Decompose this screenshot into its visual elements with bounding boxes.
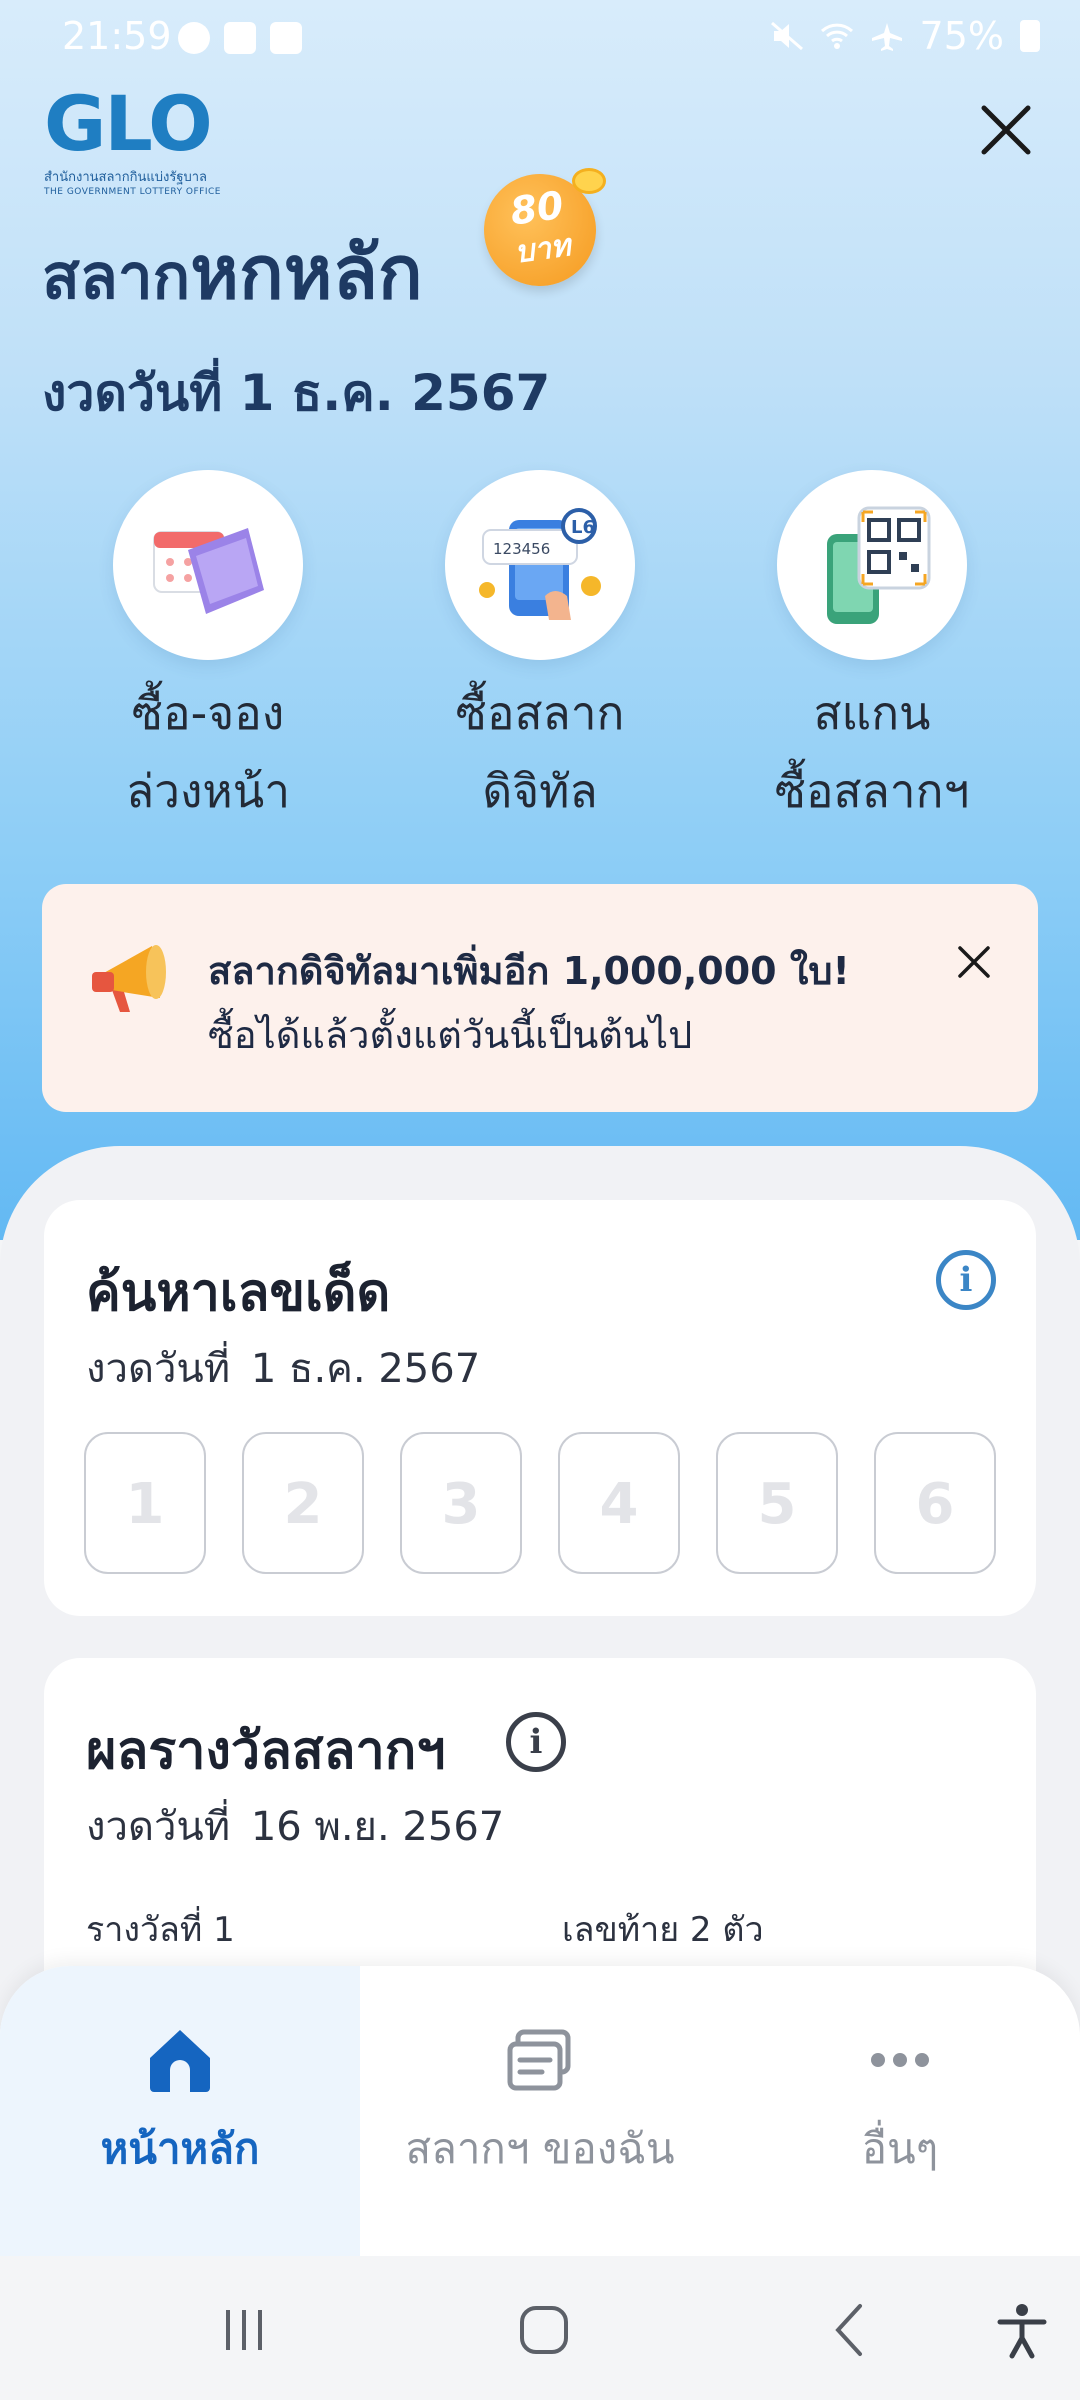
digit-inputs: 1 2 3 4 5 6: [84, 1432, 996, 1574]
page-title: สลากหกหลัก: [42, 236, 423, 310]
nav-home[interactable]: หน้าหลัก: [0, 2022, 360, 2182]
shortcut-digital-line1: ซื้อสลาก: [455, 686, 625, 740]
checkbox-icon: [270, 22, 302, 54]
status-bar: 21:59 75%: [0, 0, 1080, 80]
draw-date: งวดวันที่ 1 ธ.ค. 2567: [42, 364, 551, 422]
shortcut-scan-circle: [777, 470, 967, 660]
gallery-icon: [224, 22, 256, 54]
bottom-nav: หน้าหลัก สลากฯ ของฉัน อื่นๆ: [0, 1966, 1080, 2256]
digit-input-6[interactable]: 6: [874, 1432, 996, 1574]
home-button-icon[interactable]: [514, 2300, 574, 2360]
logo-subtitle-en: THE GOVERNMENT LOTTERY OFFICE: [44, 187, 221, 197]
recent-apps-icon[interactable]: [214, 2300, 274, 2360]
banner-title: สลากดิจิทัลมาเพิ่มอีก 1,000,000 ใบ!: [208, 949, 850, 993]
results-card-date: งวดวันที่ 16 พ.ย. 2567: [86, 1794, 504, 1858]
system-navigation-bar: [0, 2256, 1080, 2400]
shortcut-reserve-line2: ล่วงหน้า: [125, 764, 291, 818]
prize1-label: รางวัลที่ 1: [86, 1910, 235, 1950]
promo-banner[interactable]: สลากดิจิทัลมาเพิ่มอีก 1,000,000 ใบ! ซื้อ…: [42, 884, 1038, 1112]
facebook-icon: [178, 22, 210, 54]
shortcut-digital-label: ซื้อสลาก ดิจิทัล: [390, 674, 690, 830]
results-card-date-value: 16 พ.ย. 2567: [250, 1804, 505, 1850]
tickets-icon: [507, 2029, 571, 2091]
shortcut-row: ซื้อ-จอง ล่วงหน้า 123456 L6 ซื้อสลาก ดิจ…: [0, 470, 1080, 840]
search-info-icon[interactable]: i: [936, 1250, 996, 1310]
results-card-date-label: งวดวันที่: [86, 1804, 231, 1850]
shortcut-reserve-circle: [113, 470, 303, 660]
digit-input-2[interactable]: 2: [242, 1432, 364, 1574]
nav-my-tickets-label: สลากฯ ของฉัน: [405, 2124, 675, 2173]
qr-scan-phone-icon: [827, 506, 931, 624]
last2-label: เลขท้าย 2 ตัว: [562, 1910, 764, 1950]
home-icon: [150, 2030, 210, 2092]
glo-logo: GLO สำนักงานสลากกินแบ่งรัฐบาล THE GOVERN…: [44, 79, 221, 198]
search-card-date: งวดวันที่ 1 ธ.ค. 2567: [86, 1336, 480, 1400]
battery-icon: [1020, 20, 1040, 52]
title-main: หกหลัก: [190, 230, 423, 316]
banner-close-icon[interactable]: [954, 942, 994, 982]
svg-text:123456: 123456: [493, 540, 550, 558]
digit-input-5[interactable]: 5: [716, 1432, 838, 1574]
digit-input-3[interactable]: 3: [400, 1432, 522, 1574]
accessibility-icon[interactable]: [992, 2300, 1052, 2360]
search-card-date-label: งวดวันที่: [86, 1346, 231, 1392]
coin-icon: [572, 168, 606, 194]
close-icon[interactable]: [976, 100, 1036, 160]
results-info-icon[interactable]: i: [506, 1712, 566, 1772]
shortcut-scan-line2: ซื้อสลากฯ: [774, 764, 970, 818]
shortcut-digital-line2: ดิจิทัล: [482, 764, 598, 818]
megaphone-icon: [92, 945, 166, 1012]
shortcut-scan-line1: สแกน: [813, 686, 931, 740]
shortcut-scan[interactable]: สแกน ซื้อสลากฯ: [722, 470, 1022, 830]
logo-subtitle-th: สำนักงานสลากกินแบ่งรัฐบาล: [44, 170, 208, 185]
svg-text:L6: L6: [571, 517, 595, 538]
status-time: 21:59: [62, 14, 172, 58]
status-indicators: 75%: [770, 14, 1040, 58]
battery-percent: 75%: [919, 14, 1004, 58]
digital-ticket-phone-icon: 123456 L6: [479, 508, 601, 620]
back-icon[interactable]: [822, 2300, 882, 2360]
results-card-title: ผลรางวัลสลากฯ: [86, 1721, 446, 1781]
nav-home-label: หน้าหลัก: [100, 2124, 260, 2173]
airplane-icon: [871, 23, 902, 51]
search-card-date-value: 1 ธ.ค. 2567: [250, 1346, 481, 1392]
shortcut-digital[interactable]: 123456 L6 ซื้อสลาก ดิจิทัล: [390, 470, 690, 830]
search-number-card: ค้นหาเลขเด็ด งวดวันที่ 1 ธ.ค. 2567 i 1 2…: [44, 1200, 1036, 1616]
shortcut-digital-circle: 123456 L6: [445, 470, 635, 660]
calendar-ticket-icon: [153, 528, 264, 614]
nav-more-label: อื่นๆ: [861, 2124, 939, 2173]
shortcut-reserve[interactable]: ซื้อ-จอง ล่วงหน้า: [58, 470, 358, 830]
nav-more[interactable]: อื่นๆ: [720, 2022, 1080, 2182]
shortcut-scan-label: สแกน ซื้อสลากฯ: [722, 674, 1022, 830]
digit-input-4[interactable]: 4: [558, 1432, 680, 1574]
shortcut-reserve-line1: ซื้อ-จอง: [131, 686, 285, 740]
digit-input-1[interactable]: 1: [84, 1432, 206, 1574]
nav-my-tickets[interactable]: สลากฯ ของฉัน: [360, 2022, 720, 2182]
wifi-icon: [820, 23, 853, 49]
banner-subtitle: ซื้อได้แล้วตั้งแต่วันนี้เป็นต้นไป: [208, 1013, 693, 1057]
title-prefix: สลาก: [42, 240, 191, 313]
shortcut-reserve-label: ซื้อ-จอง ล่วงหน้า: [58, 674, 358, 830]
more-dots-icon: [871, 2053, 929, 2067]
mute-icon: [770, 21, 803, 51]
logo-mark: GLO: [44, 79, 213, 168]
search-card-title: ค้นหาเลขเด็ด: [86, 1263, 391, 1323]
